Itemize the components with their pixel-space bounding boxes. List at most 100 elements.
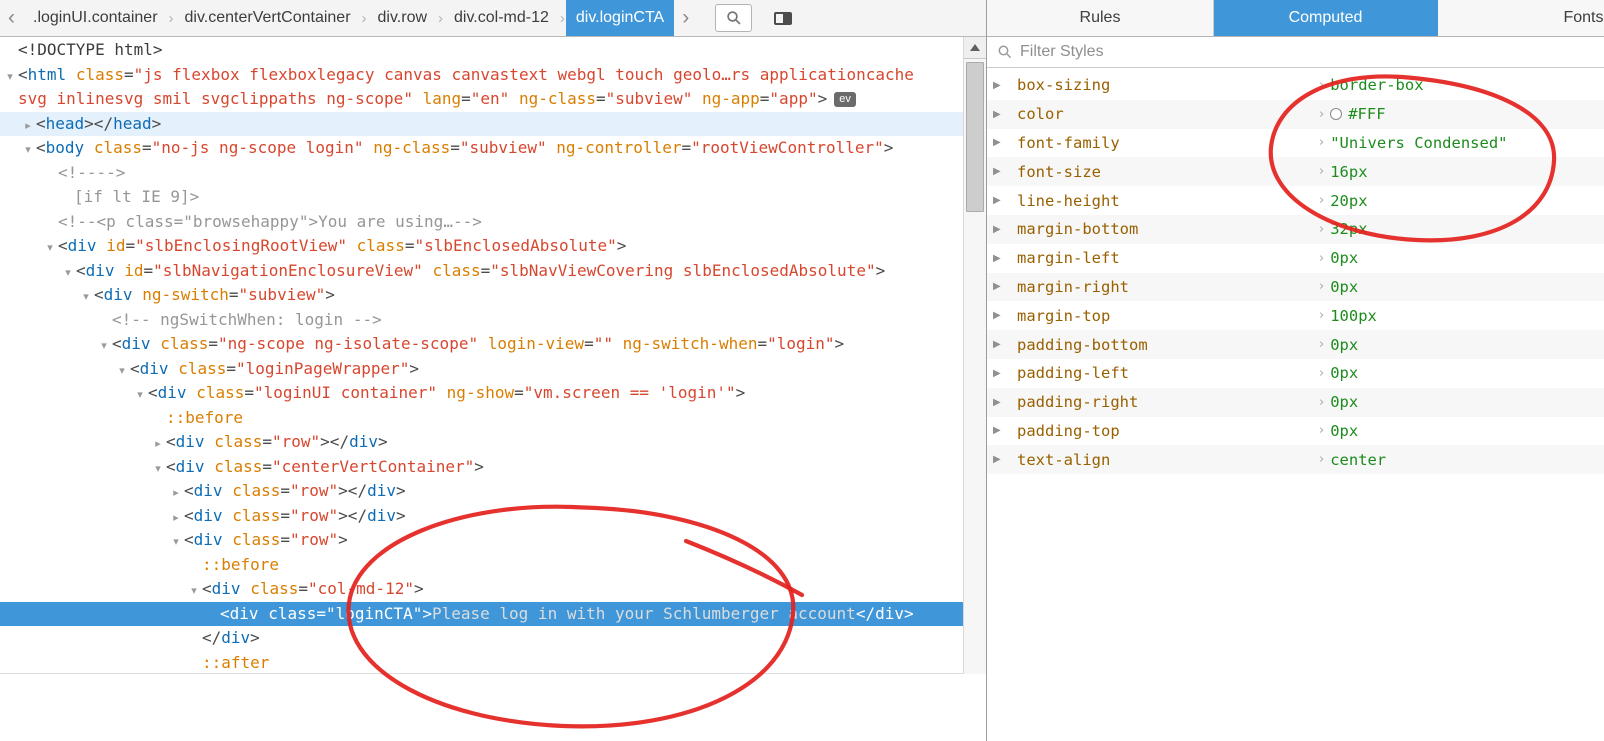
- markup-line[interactable]: svg inlinesvg smil svgclippaths ng-scope…: [0, 87, 963, 112]
- twisty-down-icon[interactable]: ▾: [20, 138, 36, 163]
- markup-line[interactable]: ▾ <div id="slbEnclosingRootView" class="s…: [0, 234, 963, 259]
- twisty-down-icon[interactable]: ▾: [2, 65, 18, 90]
- expand-arrow-icon[interactable]: ▶: [993, 368, 1001, 379]
- markup-line[interactable]: <!---->: [0, 161, 963, 186]
- tab-fonts[interactable]: Fonts: [1438, 0, 1604, 36]
- expand-arrow-icon[interactable]: ▶: [993, 339, 1001, 350]
- markup-line[interactable]: ▾ <div class="loginPageWrapper">: [0, 357, 963, 382]
- twisty-right-icon[interactable]: ▸: [20, 114, 36, 139]
- computed-row-font-family[interactable]: ▶ font-family › "Univers Condensed": [987, 129, 1604, 158]
- markup-line[interactable]: ▾ <div ng-switch="subview">: [0, 283, 963, 308]
- value-expander-icon[interactable]: ›: [1319, 164, 1324, 179]
- computed-row-text-align[interactable]: ▶ text-align › center: [987, 445, 1604, 475]
- expand-arrow-icon[interactable]: ▶: [993, 397, 1001, 408]
- markup-line[interactable]: <!-- ngSwitchWhen: login -->: [0, 308, 963, 333]
- twisty-down-icon[interactable]: ▾: [42, 236, 58, 261]
- markup-line[interactable]: <!--<p class="browsehappy">You are using…: [0, 210, 963, 235]
- value-expander-icon[interactable]: ›: [1319, 308, 1324, 323]
- scroll-up-button[interactable]: [964, 37, 986, 59]
- twisty-down-icon[interactable]: ▾: [114, 359, 130, 384]
- computed-row-box-sizing[interactable]: ▶ box-sizing › border-box: [987, 71, 1604, 100]
- toggle-sidebar-button[interactable]: [768, 5, 798, 31]
- markup-line[interactable]: ▾ <div class="ng-scope ng-isolate-scope" …: [0, 332, 963, 357]
- value-expander-icon[interactable]: ›: [1319, 395, 1324, 410]
- expand-arrow-icon[interactable]: ▶: [993, 425, 1001, 436]
- computed-row-padding-bottom[interactable]: ▶ padding-bottom › 0px: [987, 330, 1604, 359]
- computed-row-line-height[interactable]: ▶ line-height › 20px: [987, 186, 1604, 215]
- computed-row-margin-left[interactable]: ▶ margin-left › 0px: [987, 244, 1604, 273]
- event-badge[interactable]: ev: [834, 92, 856, 107]
- markup-line[interactable]: ▾ <body class="no-js ng-scope login" ng-c…: [0, 136, 963, 161]
- markup-line[interactable]: ::before: [0, 406, 963, 431]
- computed-row-margin-right[interactable]: ▶ margin-right › 0px: [987, 272, 1604, 302]
- markup-line[interactable]: ▸ <div class="row"></div>: [0, 504, 963, 529]
- expand-arrow-icon[interactable]: ▶: [993, 109, 1001, 120]
- computed-row-padding-right[interactable]: ▶ padding-right › 0px: [987, 387, 1604, 417]
- value-expander-icon[interactable]: ›: [1319, 107, 1324, 122]
- twisty-down-icon[interactable]: ▾: [132, 383, 148, 408]
- value-expander-icon[interactable]: ›: [1319, 366, 1324, 381]
- computed-row-margin-top[interactable]: ▶ margin-top › 100px: [987, 301, 1604, 330]
- expand-arrow-icon[interactable]: ▶: [993, 281, 1001, 292]
- computed-row-margin-bottom[interactable]: ▶ margin-bottom › 32px: [987, 214, 1604, 244]
- markup-line[interactable]: ::after: [0, 651, 963, 674]
- twisty-right-icon[interactable]: ▸: [150, 432, 166, 457]
- twisty-down-icon[interactable]: ▾: [78, 285, 94, 310]
- breadcrumb-back-icon[interactable]: ‹: [0, 0, 23, 36]
- tab-computed[interactable]: Computed: [1214, 0, 1438, 36]
- computed-row-padding-top[interactable]: ▶ padding-top › 0px: [987, 417, 1604, 446]
- computed-row-color[interactable]: ▶ color › #FFF: [987, 99, 1604, 129]
- value-expander-icon[interactable]: ›: [1319, 78, 1324, 93]
- twisty-down-icon[interactable]: ▾: [60, 261, 76, 286]
- markup-line[interactable]: </div>: [0, 626, 963, 651]
- value-expander-icon[interactable]: ›: [1319, 193, 1324, 208]
- breadcrumb-item-loginui-container[interactable]: .loginUI.container: [23, 0, 168, 36]
- color-swatch[interactable]: [1330, 108, 1343, 121]
- markup-line[interactable]: ▸ <div class="row"></div>: [0, 479, 963, 504]
- expand-arrow-icon[interactable]: ▶: [993, 310, 1001, 321]
- value-expander-icon[interactable]: ›: [1319, 337, 1324, 352]
- twisty-down-icon[interactable]: ▾: [150, 457, 166, 482]
- markup-line[interactable]: ▸ <div class="row"></div>: [0, 430, 963, 455]
- breadcrumb-item-div-row[interactable]: div.row: [368, 0, 438, 36]
- value-expander-icon[interactable]: ›: [1319, 279, 1324, 294]
- tab-rules[interactable]: Rules: [987, 0, 1214, 36]
- breadcrumb-item-div-logincta[interactable]: div.loginCTA: [565, 0, 675, 36]
- markup-line[interactable]: ▾ <div class="centerVertContainer">: [0, 455, 963, 480]
- breadcrumb-item-div-col-md-12[interactable]: div.col-md-12: [444, 0, 559, 36]
- filter-styles-input[interactable]: [1020, 43, 1450, 61]
- expand-arrow-icon[interactable]: ▶: [993, 253, 1001, 264]
- value-expander-icon[interactable]: ›: [1319, 135, 1324, 150]
- twisty-right-icon[interactable]: ▸: [168, 481, 184, 506]
- expand-arrow-icon[interactable]: ▶: [993, 454, 1001, 465]
- value-expander-icon[interactable]: ›: [1319, 222, 1324, 237]
- markup-line[interactable]: [if lt IE 9]>: [0, 185, 963, 210]
- markup-line[interactable]: ▾ <html class="js flexbox flexboxlegacy c…: [0, 63, 963, 88]
- markup-line-selected[interactable]: <div class="loginCTA">Please log in with…: [0, 601, 963, 626]
- markup-line[interactable]: <!DOCTYPE html>: [0, 38, 963, 63]
- value-expander-icon[interactable]: ›: [1319, 251, 1324, 266]
- twisty-down-icon[interactable]: ▾: [96, 334, 112, 359]
- expand-arrow-icon[interactable]: ▶: [993, 166, 1001, 177]
- breadcrumb-item-div-centervertcontainer[interactable]: div.centerVertContainer: [175, 0, 361, 36]
- breadcrumb-forward-icon[interactable]: ›: [674, 0, 697, 36]
- computed-row-padding-left[interactable]: ▶ padding-left › 0px: [987, 359, 1604, 388]
- computed-row-font-size[interactable]: ▶ font-size › 16px: [987, 157, 1604, 187]
- value-expander-icon[interactable]: ›: [1319, 423, 1324, 438]
- markup-line[interactable]: ▾ <div class="row">: [0, 528, 963, 553]
- twisty-down-icon[interactable]: ▾: [186, 579, 202, 604]
- twisty-down-icon[interactable]: ▾: [168, 530, 184, 555]
- vertical-scrollbar[interactable]: [963, 37, 986, 674]
- markup-line[interactable]: ▸ <head></head>: [0, 111, 963, 139]
- expand-arrow-icon[interactable]: ▶: [993, 80, 1001, 91]
- expand-arrow-icon[interactable]: ▶: [993, 137, 1001, 148]
- markup-line[interactable]: ▾ <div id="slbNavigationEnclosureView" cl…: [0, 259, 963, 284]
- twisty-right-icon[interactable]: ▸: [168, 506, 184, 531]
- expand-arrow-icon[interactable]: ▶: [993, 224, 1001, 235]
- value-expander-icon[interactable]: ›: [1319, 452, 1324, 467]
- markup-line[interactable]: ▾ <div class="loginUI container" ng-show=…: [0, 381, 963, 406]
- expand-arrow-icon[interactable]: ▶: [993, 195, 1001, 206]
- scrollbar-thumb[interactable]: [966, 62, 984, 212]
- search-nodes-button[interactable]: [715, 4, 753, 32]
- markup-line[interactable]: ▾ <div class="col-md-12">: [0, 577, 963, 602]
